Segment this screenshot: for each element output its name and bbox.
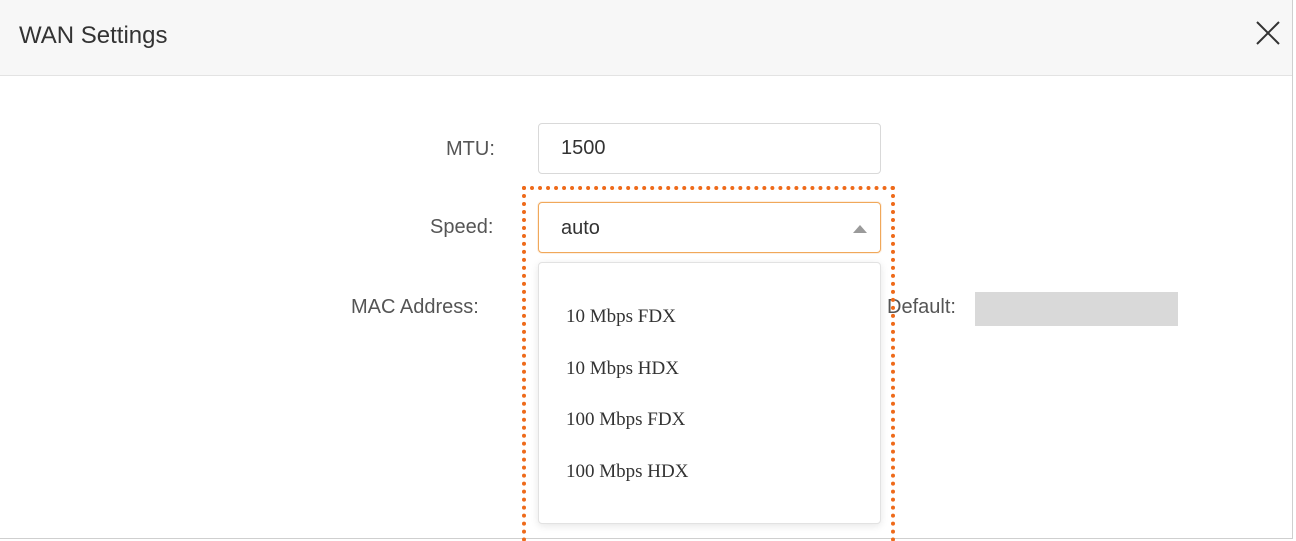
speed-select[interactable]: auto [538, 202, 881, 253]
speed-option-10-hdx[interactable]: 10 Mbps HDX [566, 358, 679, 380]
mtu-input[interactable] [538, 123, 881, 174]
mac-default-label: Default: [887, 296, 956, 318]
close-icon [1256, 21, 1280, 45]
speed-option-10-fdx[interactable]: 10 Mbps FDX [566, 306, 676, 328]
caret-up-icon [853, 225, 867, 233]
speed-label: Speed: [430, 216, 494, 238]
speed-option-100-hdx[interactable]: 100 Mbps HDX [566, 461, 688, 483]
speed-dropdown-list: 10 Mbps FDX 10 Mbps HDX 100 Mbps FDX 100… [538, 262, 881, 524]
redacted-mac-value [975, 292, 1178, 326]
dialog-title: WAN Settings [19, 22, 168, 49]
mtu-label: MTU: [446, 138, 495, 160]
wan-settings-dialog: WAN Settings MTU: Speed: auto MAC Addres… [0, 0, 1293, 541]
dialog-header: WAN Settings [0, 0, 1292, 76]
mac-address-label: MAC Address: [351, 296, 479, 318]
close-button[interactable] [1252, 17, 1284, 49]
speed-selected-value: auto [561, 217, 600, 239]
speed-option-100-fdx[interactable]: 100 Mbps FDX [566, 409, 685, 431]
